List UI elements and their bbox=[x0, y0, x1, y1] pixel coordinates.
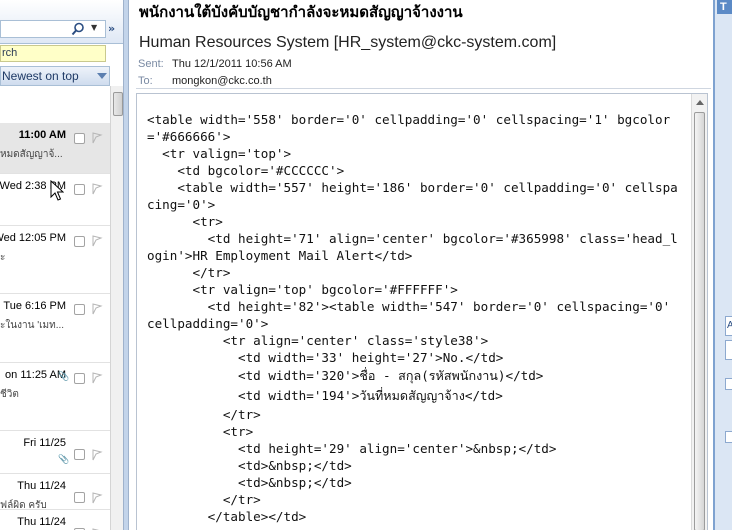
body-code-line: <table width='558' border='0' cellpaddin… bbox=[147, 112, 671, 144]
body-code-line: </tr> bbox=[147, 407, 261, 422]
flag-icon[interactable] bbox=[91, 303, 103, 315]
attachment-icon: 📎 bbox=[58, 372, 70, 382]
scrollbar-thumb[interactable] bbox=[113, 92, 123, 116]
message-body: <table width='558' border='0' cellpaddin… bbox=[136, 93, 708, 530]
categorize-checkbox[interactable] bbox=[74, 304, 85, 315]
message-list-item[interactable]: 11:00 AM หมดสัญญาจ้... bbox=[0, 123, 110, 174]
categorize-checkbox[interactable] bbox=[74, 373, 85, 384]
message-list-item[interactable]: Fri 11/25 📎 bbox=[0, 431, 110, 474]
message-body-scrollbar[interactable] bbox=[691, 94, 707, 530]
body-code-line: <tr align='center' class='style38'> bbox=[147, 333, 489, 348]
message-list-item[interactable]: Tue 6:16 PM ะในงาน 'เมท... bbox=[0, 294, 110, 363]
body-code-line: </table></td> bbox=[147, 509, 307, 524]
message-list-item[interactable]: Wed 12:05 PM ะ bbox=[0, 226, 110, 294]
body-code-line: <table width='557' height='186' border='… bbox=[147, 180, 678, 212]
message-sender[interactable]: Human Resources System [HR_system@ckc-sy… bbox=[139, 34, 556, 52]
flag-icon[interactable] bbox=[91, 372, 103, 384]
sent-row: Sent: Thu 12/1/2011 10:56 AM bbox=[138, 58, 292, 70]
body-code-line: <td width='320'>ชื่อ - สกุล(รหัสพนักงาน)… bbox=[147, 368, 544, 383]
reading-pane: พนักงานใต้บังคับบัญชากำลังจะหมดสัญญาจ้าง… bbox=[130, 0, 713, 530]
message-preview: ะ bbox=[0, 252, 6, 263]
to-value[interactable]: mongkon@ckc.co.th bbox=[172, 75, 272, 87]
body-code-line: <td height='29' align='center'>&nbsp;</t… bbox=[147, 441, 557, 456]
search-options-dropdown-icon[interactable]: ▼ bbox=[91, 23, 97, 32]
message-preview: ฟล์ผิด ครับ bbox=[0, 500, 47, 510]
message-list-item[interactable]: Thu 11/24 ฟล์ผิด ครับ bbox=[0, 474, 110, 510]
message-time: Thu 11/24 bbox=[17, 480, 66, 492]
pane-splitter[interactable] bbox=[124, 0, 129, 530]
message-preview: หมดสัญญาจ้... bbox=[0, 149, 63, 160]
message-subject: พนักงานใต้บังคับบัญชากำลังจะหมดสัญญาจ้าง… bbox=[139, 3, 463, 21]
categorize-checkbox[interactable] bbox=[74, 184, 85, 195]
body-code-line: <tr valign='top'> bbox=[147, 146, 292, 161]
message-time: on 11:25 AM bbox=[5, 369, 66, 381]
body-code-line: <tr valign='top' bgcolor='#FFFFFF'> bbox=[147, 282, 458, 297]
attachment-icon: 📎 bbox=[58, 455, 70, 465]
todo-bar: T A bbox=[713, 0, 732, 530]
message-preview: ชีวิต bbox=[0, 389, 19, 400]
scroll-up-arrow-icon[interactable] bbox=[696, 100, 704, 105]
message-time: Fri 11/25 bbox=[23, 437, 66, 449]
message-list-pane: ▼ » rch Newest on top 11:00 AM หมดสัญญาจ้… bbox=[0, 0, 124, 530]
message-list-item[interactable]: on 11:25 AM ชีวิต 📎 bbox=[0, 363, 110, 431]
scrollbar-thumb[interactable] bbox=[694, 112, 705, 530]
body-code-line: <td>&nbsp;</td> bbox=[147, 458, 352, 473]
message-list-item[interactable]: Thu 11/24 bbox=[0, 510, 110, 530]
message-time: Tue 6:16 PM bbox=[3, 300, 66, 312]
flag-icon[interactable] bbox=[91, 492, 103, 504]
categorize-checkbox[interactable] bbox=[74, 492, 85, 503]
todo-bar-checkbox[interactable] bbox=[725, 378, 732, 390]
sort-order-header[interactable]: Newest on top bbox=[0, 66, 110, 86]
message-time: 11:00 AM bbox=[18, 129, 66, 141]
search-icon[interactable] bbox=[71, 22, 85, 36]
body-code-line: <td width='194'>วันที่หมดสัญญาจ้าง</td> bbox=[147, 388, 503, 403]
body-code-line: <td width='33' height='27'>No.</td> bbox=[147, 350, 504, 365]
to-row: To: mongkon@ckc.co.th bbox=[138, 75, 272, 87]
message-time: Wed 12:05 PM bbox=[0, 232, 66, 244]
sent-value: Thu 12/1/2011 10:56 AM bbox=[172, 58, 292, 70]
search-input[interactable]: rch bbox=[0, 45, 106, 62]
todo-bar-letter: A bbox=[727, 320, 732, 331]
message-time: Thu 11/24 bbox=[17, 516, 66, 528]
body-code-line: <tr> bbox=[147, 214, 223, 229]
flag-icon[interactable] bbox=[91, 235, 103, 247]
todo-bar-input[interactable] bbox=[725, 340, 732, 360]
collapse-chevron-icon[interactable]: » bbox=[108, 22, 115, 35]
categorize-checkbox[interactable] bbox=[74, 449, 85, 460]
sent-label: Sent: bbox=[138, 58, 164, 70]
todo-bar-tab[interactable]: T bbox=[717, 0, 732, 14]
header-divider bbox=[136, 88, 711, 89]
message-preview: ะในงาน 'เมท... bbox=[0, 320, 65, 331]
categorize-checkbox[interactable] bbox=[74, 236, 85, 247]
to-label: To: bbox=[138, 75, 153, 87]
flag-icon[interactable] bbox=[91, 183, 103, 195]
body-code-line: </tr> bbox=[147, 265, 231, 280]
message-body-text: <table width='558' border='0' cellpaddin… bbox=[147, 111, 685, 525]
sort-dropdown-icon[interactable] bbox=[97, 73, 107, 79]
body-code-line: <td bgcolor='#CCCCCC'> bbox=[147, 163, 345, 178]
todo-bar-checkbox[interactable] bbox=[725, 431, 732, 443]
outlook-window: ▼ » rch Newest on top 11:00 AM หมดสัญญาจ้… bbox=[0, 0, 732, 530]
body-code-line: <td height='71' align='center' bgcolor='… bbox=[147, 231, 678, 263]
mouse-cursor-icon bbox=[50, 180, 64, 201]
message-list-scrollbar[interactable] bbox=[110, 86, 123, 530]
flag-icon[interactable] bbox=[91, 132, 103, 144]
body-code-line: <td height='82'><table width='547' borde… bbox=[147, 299, 678, 331]
body-code-line: </tr> bbox=[147, 492, 261, 507]
body-code-line: <tr> bbox=[147, 424, 254, 439]
categorize-checkbox[interactable] bbox=[74, 133, 85, 144]
flag-icon[interactable] bbox=[91, 449, 103, 461]
body-code-line: <td>&nbsp;</td> bbox=[147, 475, 352, 490]
